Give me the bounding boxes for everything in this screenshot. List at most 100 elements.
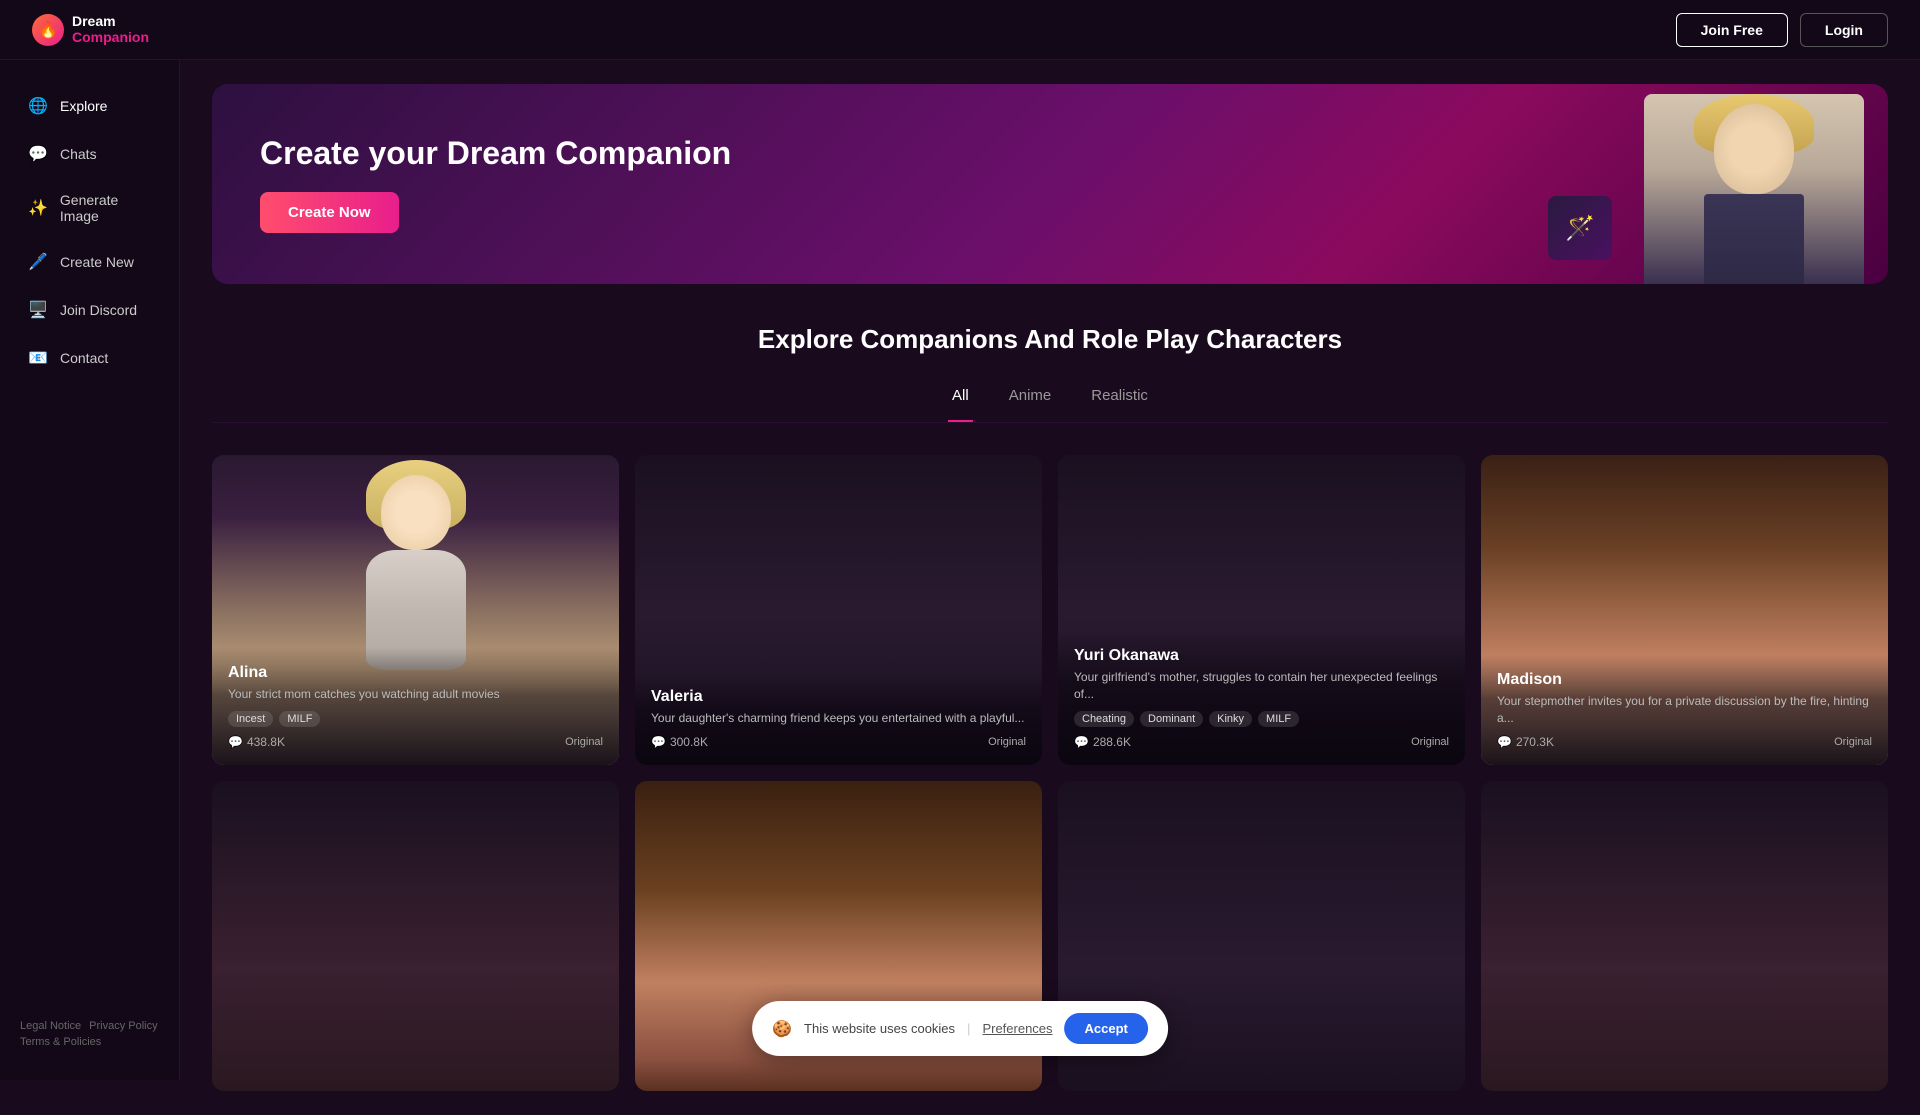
char-card-row2-1[interactable] xyxy=(212,781,619,1091)
create-new-icon: 🖊️ xyxy=(28,252,48,272)
tag-dominant: Dominant xyxy=(1140,711,1203,727)
contact-icon: 📧 xyxy=(28,348,48,368)
cookie-separator: | xyxy=(967,1021,970,1036)
tag-incest: Incest xyxy=(228,711,273,727)
explore-icon: 🌐 xyxy=(28,96,48,116)
hero-banner: Create your Dream Companion Create Now 🪄 xyxy=(212,84,1888,284)
card-tags-alina: Incest MILF xyxy=(228,711,603,727)
tabs: All Anime Realistic xyxy=(212,379,1888,423)
sidebar-item-create-new[interactable]: 🖊️ Create New xyxy=(8,240,171,284)
hero-content: Create your Dream Companion Create Now xyxy=(260,135,731,233)
login-button[interactable]: Login xyxy=(1800,13,1888,47)
char-image-row2-1 xyxy=(212,781,619,1091)
explore-section: Explore Companions And Role Play Charact… xyxy=(212,324,1888,1091)
char-card-alina[interactable]: Alina Your strict mom catches you watchin… xyxy=(212,455,619,765)
layout: 🌐 Explore 💬 Chats ✨ Generate Image 🖊️ Cr… xyxy=(0,60,1920,1115)
chat-bubble-icon: 💬 xyxy=(228,735,243,749)
card-badge-valeria: Original xyxy=(988,736,1026,748)
card-overlay-yuri-okanawa: Yuri OkanawaYour girlfriend's mother, st… xyxy=(1058,631,1465,765)
char-card-yuri-okanawa[interactable]: Yuri OkanawaYour girlfriend's mother, st… xyxy=(1058,455,1465,765)
hero-image: 🪄 xyxy=(1488,84,1888,284)
card-desc-alina: Your strict mom catches you watching adu… xyxy=(228,686,603,703)
join-free-button[interactable]: Join Free xyxy=(1676,13,1788,47)
card-footer-madison: 💬 270.3K Original xyxy=(1497,735,1872,749)
hero-title: Create your Dream Companion xyxy=(260,135,731,172)
terms-policies-link[interactable]: Terms & Policies xyxy=(20,1036,101,1048)
tab-all[interactable]: All xyxy=(948,379,973,422)
char-card-row2-4[interactable] xyxy=(1481,781,1888,1091)
legal-notice-link[interactable]: Legal Notice xyxy=(20,1020,81,1032)
header-actions: Join Free Login xyxy=(1676,13,1888,47)
char-card-madison[interactable]: Madison Your stepmother invites you for a… xyxy=(1481,455,1888,765)
preferences-button[interactable]: Preferences xyxy=(982,1021,1052,1036)
sidebar-item-explore[interactable]: 🌐 Explore xyxy=(8,84,171,128)
logo-text: Dream Companion xyxy=(72,14,149,45)
sidebar-label-chats: Chats xyxy=(60,146,97,162)
tag-milf: MILF xyxy=(279,711,320,727)
tab-realistic[interactable]: Realistic xyxy=(1087,379,1152,422)
sidebar-label-create-new: Create New xyxy=(60,254,134,270)
generate-image-icon: ✨ xyxy=(28,198,48,218)
card-chats-madison: 💬 270.3K xyxy=(1497,735,1554,749)
card-desc-valeria: Your daughter's charming friend keeps yo… xyxy=(651,710,1026,727)
sidebar-item-generate-image[interactable]: ✨ Generate Image xyxy=(8,180,171,236)
card-footer-yuri-okanawa: 💬 288.6K Original xyxy=(1074,735,1449,749)
hero-char-body xyxy=(1704,194,1804,284)
logo[interactable]: 🔥 Dream Companion xyxy=(32,14,149,46)
char-image-row2-4 xyxy=(1481,781,1888,1091)
sidebar-item-chats[interactable]: 💬 Chats xyxy=(8,132,171,176)
join-discord-icon: 🖥️ xyxy=(28,300,48,320)
logo-flame-icon: 🔥 xyxy=(32,14,64,46)
footer-links: Legal Notice Privacy Policy xyxy=(20,1020,159,1032)
card-footer-valeria: 💬 300.8K Original xyxy=(651,735,1026,749)
logo-title: Dream xyxy=(72,14,149,29)
cookie-icon: 🍪 xyxy=(772,1019,792,1039)
card-chats-valeria: 💬 300.8K xyxy=(651,735,708,749)
card-name-madison: Madison xyxy=(1497,671,1872,689)
card-chats-alina: 💬 438.8K xyxy=(228,735,285,749)
card-name-alina: Alina xyxy=(228,664,603,682)
cookie-text: This website uses cookies xyxy=(804,1021,955,1036)
card-badge-madison: Original xyxy=(1834,736,1872,748)
card-overlay-alina: Alina Your strict mom catches you watchin… xyxy=(212,648,619,765)
sidebar-item-contact[interactable]: 📧 Contact xyxy=(8,336,171,380)
sidebar-label-generate-image: Generate Image xyxy=(60,192,151,224)
hero-char-head xyxy=(1714,104,1794,194)
card-chats-yuri-okanawa: 💬 288.6K xyxy=(1074,735,1131,749)
hero-character-body xyxy=(1644,94,1864,284)
logo-subtitle: Companion xyxy=(72,30,149,45)
card-name-valeria: Valeria xyxy=(651,688,1026,706)
hero-character-image xyxy=(1644,94,1864,284)
sidebar-item-join-discord[interactable]: 🖥️ Join Discord xyxy=(8,288,171,332)
chat-bubble-icon: 💬 xyxy=(1074,735,1089,749)
chats-icon: 💬 xyxy=(28,144,48,164)
header: 🔥 Dream Companion Join Free Login xyxy=(0,0,1920,60)
card-desc-madison: Your stepmother invites you for a privat… xyxy=(1497,693,1872,727)
chat-bubble-icon: 💬 xyxy=(1497,735,1512,749)
tag-kinky: Kinky xyxy=(1209,711,1252,727)
card-overlay-madison: Madison Your stepmother invites you for a… xyxy=(1481,655,1888,765)
chat-bubble-icon: 💬 xyxy=(651,735,666,749)
accept-button[interactable]: Accept xyxy=(1065,1013,1148,1044)
create-now-button[interactable]: Create Now xyxy=(260,192,399,233)
sidebar-footer: Legal Notice Privacy Policy Terms & Poli… xyxy=(0,1004,179,1064)
footer-links-row2: Terms & Policies xyxy=(20,1036,159,1048)
cards-grid: Alina Your strict mom catches you watchin… xyxy=(212,455,1888,1091)
sidebar-label-join-discord: Join Discord xyxy=(60,302,137,318)
main-content: Create your Dream Companion Create Now 🪄 xyxy=(180,60,1920,1115)
tab-anime[interactable]: Anime xyxy=(1005,379,1056,422)
sidebar-nav: 🌐 Explore 💬 Chats ✨ Generate Image 🖊️ Cr… xyxy=(0,84,179,1004)
explore-title: Explore Companions And Role Play Charact… xyxy=(212,324,1888,355)
card-badge-alina: Original xyxy=(565,736,603,748)
sidebar-label-explore: Explore xyxy=(60,98,107,114)
card-overlay-valeria: Valeria Your daughter's charming friend k… xyxy=(635,672,1042,765)
card-footer-alina: 💬 438.8K Original xyxy=(228,735,603,749)
char-card-valeria[interactable]: Valeria Your daughter's charming friend k… xyxy=(635,455,1042,765)
sidebar: 🌐 Explore 💬 Chats ✨ Generate Image 🖊️ Cr… xyxy=(0,60,180,1080)
privacy-policy-link[interactable]: Privacy Policy xyxy=(89,1020,157,1032)
card-tags-yuri-okanawa: CheatingDominantKinkyMILF xyxy=(1074,711,1449,727)
card-badge-yuri-okanawa: Original xyxy=(1411,736,1449,748)
card-desc-yuri-okanawa: Your girlfriend's mother, struggles to c… xyxy=(1074,669,1449,703)
cookie-bar: 🍪 This website uses cookies | Preference… xyxy=(752,1001,1168,1056)
tag-milf: MILF xyxy=(1258,711,1299,727)
